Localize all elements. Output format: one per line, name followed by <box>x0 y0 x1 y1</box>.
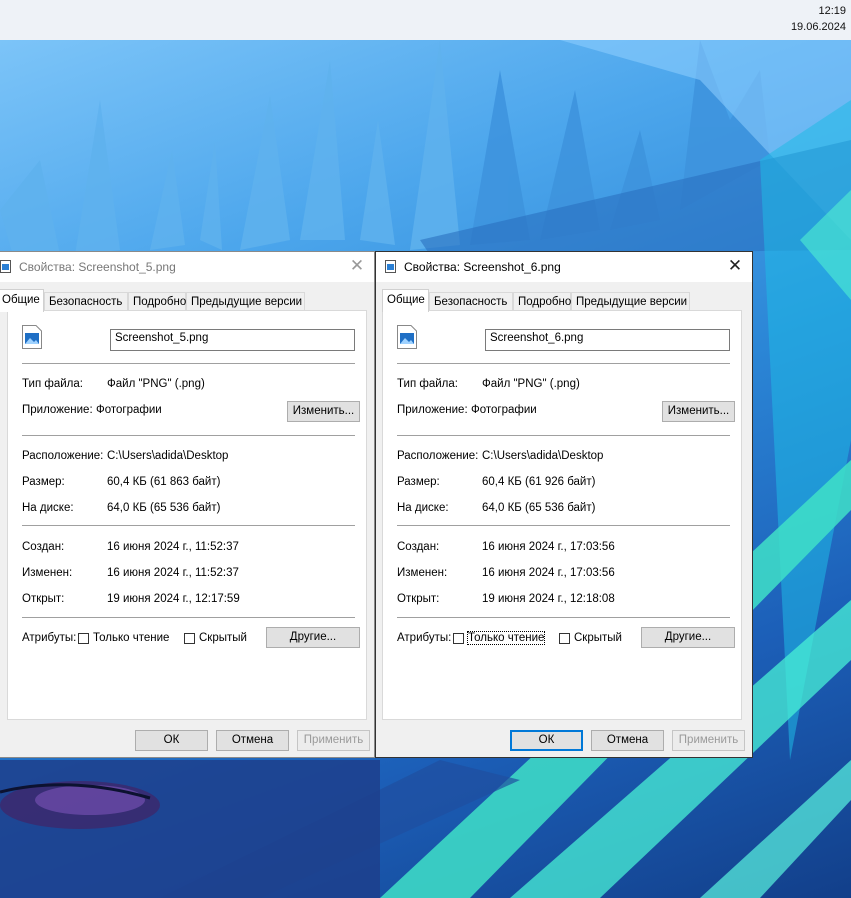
file-type-label: Тип файла: <box>397 378 458 390</box>
change-app-button[interactable]: Изменить... <box>662 401 735 422</box>
opened-value: 19 июня 2024 г., 12:17:59 <box>107 593 240 605</box>
created-value: 16 июня 2024 г., 17:03:56 <box>482 541 615 553</box>
location-value: C:\Users\adida\Desktop <box>482 450 604 462</box>
system-clock[interactable]: 12:19 19.06.2024 <box>791 3 846 35</box>
filename-input[interactable]: Screenshot_6.png <box>485 329 730 351</box>
ok-button[interactable]: ОК <box>510 730 583 751</box>
modified-label: Изменен: <box>397 567 448 579</box>
close-icon: ✕ <box>349 256 365 275</box>
readonly-label[interactable]: Только чтение <box>466 631 546 645</box>
size-value: 60,4 КБ (61 926 байт) <box>482 476 596 488</box>
created-label: Создан: <box>22 541 65 553</box>
tab-previous-versions[interactable]: Предыдущие версии <box>186 292 305 311</box>
advanced-attributes-button[interactable]: Другие... <box>266 627 360 648</box>
apply-button[interactable]: Применить <box>297 730 370 751</box>
divider <box>22 617 355 618</box>
clock-date: 19.06.2024 <box>790 21 846 33</box>
close-button[interactable]: ✕ <box>340 252 374 282</box>
hidden-checkbox[interactable] <box>559 633 570 644</box>
attributes-label: Атрибуты: <box>22 632 77 644</box>
tab-general[interactable]: Общие <box>382 289 429 312</box>
general-panel: Screenshot_6.png Тип файла: Файл "PNG" (… <box>382 310 742 720</box>
location-label: Расположение: <box>397 450 479 462</box>
tab-details[interactable]: Подробно <box>128 292 186 311</box>
properties-dialog-screenshot-6: Свойства: Screenshot_6.png ✕ Общие Безоп… <box>375 251 753 758</box>
image-file-icon <box>22 325 42 349</box>
apply-button[interactable]: Применить <box>672 730 745 751</box>
divider <box>22 435 355 436</box>
image-file-icon <box>0 260 11 273</box>
created-value: 16 июня 2024 г., 11:52:37 <box>107 541 239 553</box>
location-label: Расположение: <box>22 450 104 462</box>
file-type-value: Файл "PNG" (.png) <box>482 378 580 390</box>
opened-value: 19 июня 2024 г., 12:18:08 <box>482 593 615 605</box>
disk-size-label: На диске: <box>22 502 74 514</box>
modified-value: 16 июня 2024 г., 17:03:56 <box>482 567 615 579</box>
tab-security[interactable]: Безопасность <box>44 292 128 311</box>
size-value: 60,4 КБ (61 863 байт) <box>107 476 221 488</box>
file-type-value: Файл "PNG" (.png) <box>107 378 205 390</box>
dialog-title: Свойства: Screenshot_5.png <box>19 260 176 274</box>
tab-previous-versions[interactable]: Предыдущие версии <box>571 292 690 311</box>
title-bar[interactable]: Свойства: Screenshot_6.png ✕ <box>376 252 752 282</box>
modified-value: 16 июня 2024 г., 11:52:37 <box>107 567 239 579</box>
properties-dialog-screenshot-5: Свойства: Screenshot_5.png ✕ Общие Безоп… <box>0 251 375 758</box>
size-label: Размер: <box>397 476 440 488</box>
readonly-label[interactable]: Только чтение <box>93 632 169 644</box>
dialog-title: Свойства: Screenshot_6.png <box>404 260 561 274</box>
advanced-attributes-button[interactable]: Другие... <box>641 627 735 648</box>
tab-general[interactable]: Общие <box>0 289 44 312</box>
created-label: Создан: <box>397 541 440 553</box>
divider <box>397 525 730 526</box>
close-icon: ✕ <box>727 256 743 275</box>
title-bar[interactable]: Свойства: Screenshot_5.png ✕ <box>0 252 374 282</box>
taskbar: 12:19 19.06.2024 <box>0 0 851 40</box>
app-value: Фотографии <box>471 404 537 416</box>
ok-button[interactable]: ОК <box>135 730 208 751</box>
clock-time: 12:19 <box>818 5 846 17</box>
app-label: Приложение: <box>397 404 468 416</box>
image-file-icon <box>397 325 417 349</box>
cancel-button[interactable]: Отмена <box>591 730 664 751</box>
hidden-label[interactable]: Скрытый <box>574 632 622 644</box>
size-label: Размер: <box>22 476 65 488</box>
hidden-checkbox[interactable] <box>184 633 195 644</box>
hidden-label[interactable]: Скрытый <box>199 632 247 644</box>
app-label: Приложение: <box>22 404 93 416</box>
divider <box>22 525 355 526</box>
file-type-label: Тип файла: <box>22 378 83 390</box>
divider <box>397 617 730 618</box>
tab-security[interactable]: Безопасность <box>429 292 513 311</box>
attributes-label: Атрибуты: <box>397 632 452 644</box>
opened-label: Открыт: <box>22 593 65 605</box>
general-panel: Screenshot_5.png Тип файла: Файл "PNG" (… <box>7 310 367 720</box>
cancel-button[interactable]: Отмена <box>216 730 289 751</box>
modified-label: Изменен: <box>22 567 73 579</box>
image-file-icon <box>385 260 396 273</box>
divider <box>22 363 355 364</box>
close-button[interactable]: ✕ <box>718 252 752 282</box>
app-value: Фотографии <box>96 404 162 416</box>
location-value: C:\Users\adida\Desktop <box>107 450 229 462</box>
divider <box>397 435 730 436</box>
divider <box>397 363 730 364</box>
disk-size-label: На диске: <box>397 502 449 514</box>
tab-details[interactable]: Подробно <box>513 292 571 311</box>
disk-size-value: 64,0 КБ (65 536 байт) <box>482 502 596 514</box>
disk-size-value: 64,0 КБ (65 536 байт) <box>107 502 221 514</box>
filename-input[interactable]: Screenshot_5.png <box>110 329 355 351</box>
readonly-checkbox[interactable] <box>453 633 464 644</box>
readonly-checkbox[interactable] <box>78 633 89 644</box>
change-app-button[interactable]: Изменить... <box>287 401 360 422</box>
opened-label: Открыт: <box>397 593 440 605</box>
